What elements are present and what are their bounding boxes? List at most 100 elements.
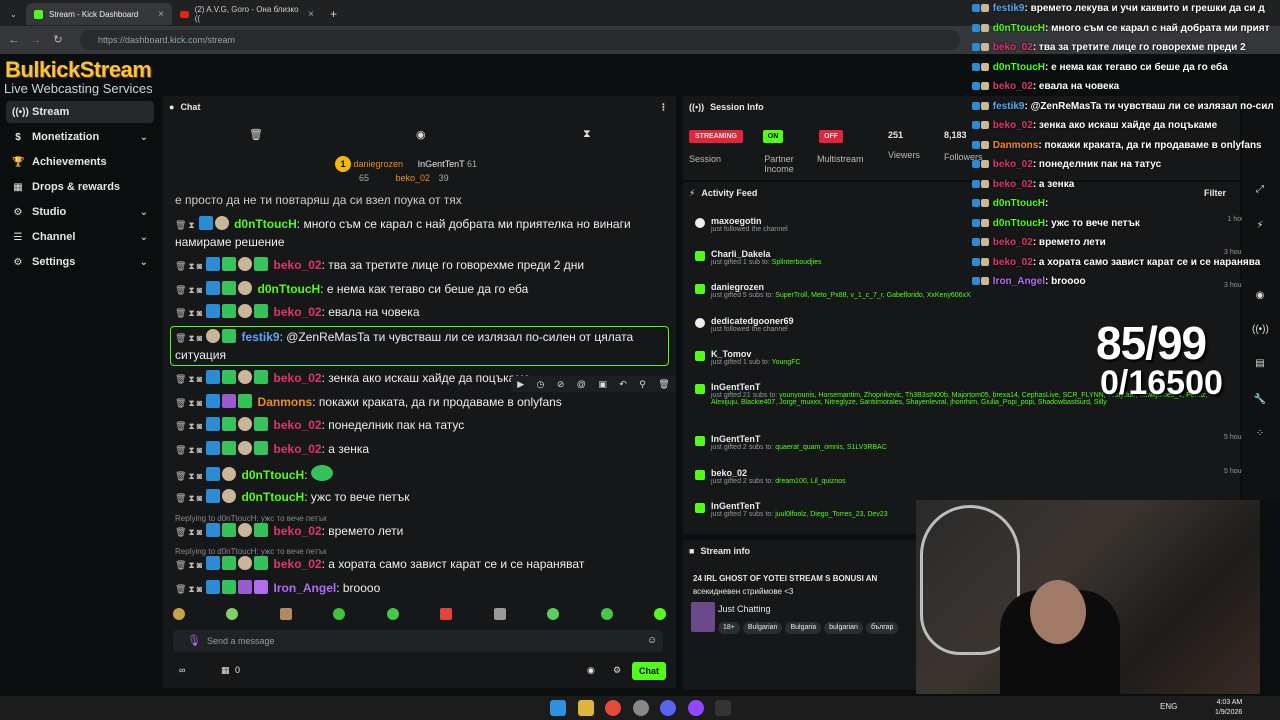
chat-username[interactable]: Danmons [258,395,313,409]
reload-icon[interactable]: ↻ [50,32,66,48]
microphone-icon[interactable]: 🎙 [187,634,201,647]
tag[interactable]: bulgarian [824,622,863,634]
chat-username[interactable]: beko_02 [274,371,322,385]
sidebar-item-stream[interactable]: ((•)) Stream [6,101,154,123]
chat-message-input[interactable]: Send a message [173,630,663,652]
chat-message[interactable]: 🗑⧗◙ beko_02: понеделник пак на татус [175,417,664,435]
close-tab-icon[interactable]: × [308,9,314,20]
mod-tools-icon[interactable]: 🗑⧗◙ [175,560,204,570]
mod-tools-icon[interactable]: 🗑⧗◙ [175,333,204,343]
chat-message[interactable]: 🗑⧗◙ beko_02: времето лети [175,523,664,541]
category-thumbnail[interactable] [691,602,715,632]
emote-icon[interactable] [226,608,239,620]
copy-icon[interactable]: ▣ [598,379,607,390]
tag[interactable]: Bulgaria [785,622,822,634]
language-indicator[interactable]: ENG [1160,702,1177,711]
send-chat-button[interactable]: Chat [632,662,666,680]
chat-message-highlighted[interactable]: 🗑⧗◙ festik9: @ZenReMasTa ти чувстваш ли … [175,329,664,364]
system-clock[interactable]: 4:03 AM 1/9/2026 [1215,698,1242,718]
activity-username[interactable]: maxoegotin [711,216,1231,226]
leader-name[interactable]: daniegrozen [354,159,404,169]
chat-bubble-icon[interactable]: ◉ [587,665,595,676]
chat-settings-icon[interactable]: ◉ [416,128,426,141]
chat-message[interactable]: 🗑⧗◙ beko_02: евала на човека [175,304,664,322]
activity-item[interactable]: InGentTenT just gifted 2 subs to: quaerat… [711,434,1261,451]
more-menu-icon[interactable]: ⋮ [659,102,668,113]
wrench-icon[interactable]: 🔧 [1252,394,1268,410]
windows-start-icon[interactable] [550,700,566,716]
new-tab-button[interactable]: + [322,3,342,25]
mod-tools-icon[interactable]: 🗑⧗◙ [175,374,204,384]
emote-icon[interactable] [600,608,613,620]
activity-username[interactable]: InGentTenT [711,434,1231,444]
leader-name[interactable]: InGentTenT [418,159,465,169]
chat-message[interactable]: 🗑⧗◙ beko_02: тва за третите лице го гово… [175,257,664,275]
tab-list-chevron-icon[interactable]: ⌄ [2,3,22,25]
leader-name[interactable]: beko_02 [396,173,431,183]
chat-message[interactable]: 🗑⧗◙ Danmons: покажи краката, да ги прода… [175,394,664,412]
gear-icon[interactable]: ⚙ [613,665,621,676]
chat-username[interactable]: festik9 [242,330,280,344]
emote-icon[interactable] [386,608,399,620]
chat-message[interactable]: 🗑⧗◙ beko_02: а хората само завист карат … [175,556,664,574]
slash-icon[interactable]: ⊘ [557,379,565,390]
activity-item[interactable]: maxoegotin just followed the channel 1 ho… [711,216,1261,233]
chrome-icon[interactable] [605,700,621,716]
chat-message[interactable]: 🗑⧗◙ Iron_Angel: broooo [175,580,664,598]
at-icon[interactable]: @ [577,379,586,389]
reply-icon[interactable]: ↶ [619,379,627,390]
chat-username[interactable]: d0nTtoucH [258,282,321,296]
chat-username[interactable]: Iron_Angel [274,581,337,595]
chat-message[interactable]: 🗑⧗◙ beko_02: а зенка [175,441,664,459]
mod-tools-icon[interactable]: 🗑⧗◙ [175,527,204,537]
reply-context[interactable]: Replying to d0nTtoucH: ужс то вече петък [175,514,327,523]
chat-message[interactable]: 🗑⧗◙ d0nTtoucH: е нема как тегаво си беше… [175,281,664,299]
sidebar-item-drops[interactable]: ▦ Drops & rewards [6,176,154,198]
emote-icon[interactable] [333,608,346,620]
close-tab-icon[interactable]: × [158,9,164,20]
hourglass-icon[interactable]: ⧗ [583,128,591,141]
chat-username[interactable]: beko_02 [274,524,322,538]
emote-icon[interactable] [173,608,185,620]
reply-context[interactable]: Replying to d0nTtoucH: ужс то вече петък [175,547,327,556]
filter-button[interactable]: Filter [1204,188,1226,198]
tag[interactable]: 18+ [718,622,740,634]
obs-icon[interactable] [633,700,649,716]
emote-icon[interactable] [653,608,666,620]
forward-arrow-icon[interactable]: → [28,32,44,48]
chat-username[interactable]: beko_02 [274,442,322,456]
activity-username[interactable]: daniegrozen [711,282,1231,292]
chat-username[interactable]: d0nTtoucH [234,217,297,231]
chat-username[interactable]: d0nTtoucH [242,468,305,482]
points-icon[interactable]: ∞ [179,665,185,675]
tab-kick-dashboard[interactable]: Stream - Kick Dashboard × [26,3,172,25]
chat-username[interactable]: beko_02 [274,557,322,571]
chat-username[interactable]: beko_02 [274,258,322,272]
chat-username[interactable]: beko_02 [274,305,322,319]
sidebar-item-studio[interactable]: ⚙ Studio ⌄ [6,201,154,223]
twitch-icon[interactable] [688,700,704,716]
lightning-icon[interactable]: ⚡ [1252,220,1268,236]
chat-username[interactable]: beko_02 [274,418,322,432]
sidebar-item-achievements[interactable]: 🏆 Achievements [6,151,154,173]
chat-message[interactable]: 🗑⧗ d0nTtoucH: много съм се карал с най д… [175,216,664,251]
mod-tools-icon[interactable]: 🗑⧗◙ [175,493,204,503]
emote-icon[interactable] [547,608,560,620]
chat-bubble-icon[interactable]: ◉ [1252,290,1268,306]
mod-tools-icon[interactable]: 🗑⧗◙ [175,584,204,594]
file-explorer-icon[interactable] [578,700,594,716]
mod-tools-icon[interactable]: 🗑⧗◙ [175,445,204,455]
clock-icon[interactable]: ◷ [537,379,545,390]
mod-tools-icon[interactable]: 🗑⧗◙ [175,398,204,408]
delete-icon[interactable]: 🗑 [658,379,669,390]
expand-icon[interactable]: ⤢ [1252,184,1268,200]
play-icon[interactable]: ▶ [517,379,524,390]
pin-icon[interactable]: ⚲ [639,379,646,390]
sidebar-item-channel[interactable]: ☰ Channel ⌄ [6,226,154,248]
mod-tools-icon[interactable]: 🗑⧗◙ [175,308,204,318]
mod-tools-icon[interactable]: 🗑⧗◙ [175,285,204,295]
activity-username[interactable]: beko_02 [711,468,1231,478]
chat-username[interactable]: d0nTtoucH [242,490,305,504]
emote-icon[interactable] [440,608,453,620]
activity-item[interactable]: beko_02 just gifted 2 subs to: dream100, … [711,468,1261,485]
